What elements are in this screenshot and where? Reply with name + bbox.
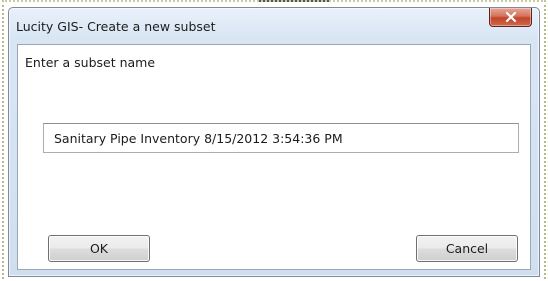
dialog-title: Lucity GIS- Create a new subset <box>16 19 216 34</box>
map-selection-border-segment <box>259 0 329 2</box>
create-subset-dialog: Lucity GIS- Create a new subset Enter a … <box>8 7 540 277</box>
ok-button[interactable]: OK <box>48 235 150 262</box>
close-x-icon <box>505 12 516 22</box>
dialog-titlebar[interactable]: Lucity GIS- Create a new subset <box>9 8 539 44</box>
subset-name-input[interactable] <box>43 123 519 153</box>
dialog-content: Enter a subset name OK Cancel <box>17 44 531 270</box>
cancel-button[interactable]: Cancel <box>416 235 518 262</box>
close-button[interactable] <box>489 8 532 27</box>
subset-name-prompt: Enter a subset name <box>25 55 156 70</box>
